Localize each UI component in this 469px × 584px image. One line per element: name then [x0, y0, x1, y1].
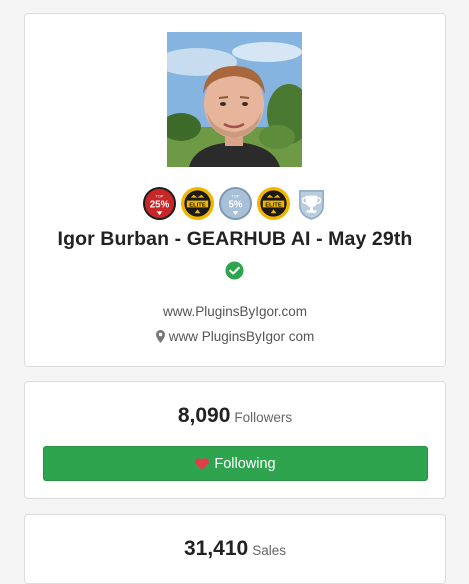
badge-row: TOP 25% ELITE TOP 5% ELITE: [25, 186, 445, 221]
sales-count: 31,410: [183, 537, 249, 560]
followers-card: 8,090 Followers Following: [24, 381, 446, 499]
verified-check-icon: [225, 261, 244, 280]
profile-card: TOP 25% ELITE TOP 5% ELITE Igor Burban -…: [24, 13, 446, 367]
svg-text:5%: 5%: [228, 199, 242, 210]
sales-label: Sales: [252, 543, 286, 558]
svg-text:ELITE: ELITE: [265, 202, 282, 208]
following-button-label: Following: [214, 455, 276, 472]
svg-text:TOP: TOP: [231, 194, 239, 199]
heart-icon: [195, 457, 210, 470]
top-5-percent-badge-icon[interactable]: TOP 5%: [218, 186, 253, 221]
svg-text:25%: 25%: [149, 199, 169, 210]
avatar-photo: [167, 32, 302, 167]
website-link[interactable]: www.PluginsByIgor.com: [25, 304, 445, 319]
elite-badge-icon[interactable]: ELITE: [180, 186, 215, 221]
elite-badge-icon[interactable]: ELITE: [256, 186, 291, 221]
avatar[interactable]: [167, 32, 302, 167]
svg-text:ELITE: ELITE: [189, 202, 206, 208]
author-name: Igor Burban - GEARHUB AI - May 29th: [57, 228, 413, 250]
top-25-percent-badge-icon[interactable]: TOP 25%: [142, 186, 177, 221]
sales-stat: 31,410 Sales: [25, 537, 445, 561]
location-text: www PluginsByIgor com: [168, 329, 315, 344]
sales-card: 31,410 Sales: [24, 514, 446, 584]
location: www PluginsByIgor com: [25, 329, 445, 344]
followers-stat: 8,090 Followers: [25, 404, 445, 428]
followers-count: 8,090: [177, 404, 231, 427]
followers-label: Followers: [234, 410, 293, 425]
map-marker-icon: [155, 330, 165, 343]
following-button[interactable]: Following: [43, 446, 428, 481]
trophy-badge-icon[interactable]: [294, 186, 329, 221]
svg-text:TOP: TOP: [155, 194, 163, 199]
